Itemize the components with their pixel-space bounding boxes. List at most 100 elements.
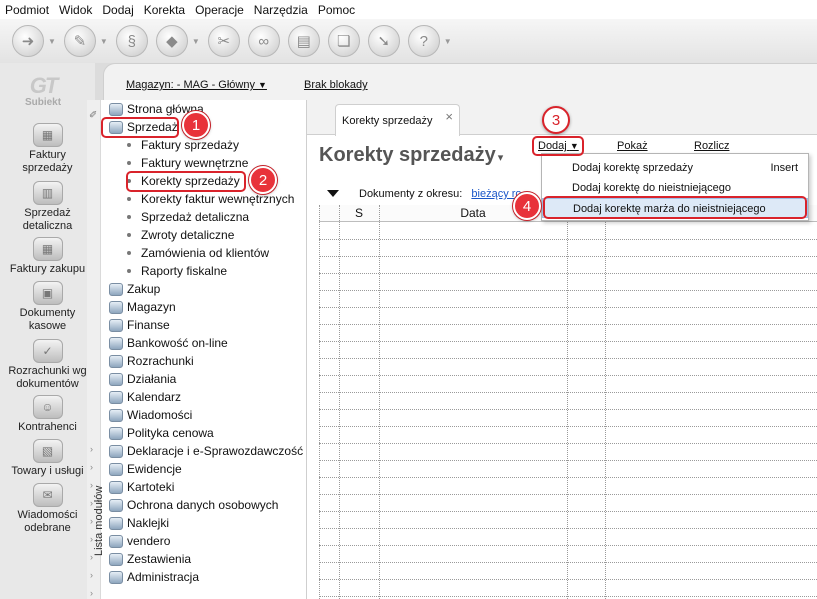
tree-faktury-wewnetrzne[interactable]: Faktury wewnętrzne xyxy=(127,154,248,172)
launcher-kontrahenci[interactable]: ☺ Kontrahenci xyxy=(0,395,95,434)
annotation-box-dodaj xyxy=(532,136,584,156)
tree-label: Bankowość on-line xyxy=(127,336,228,350)
rozlicz-button[interactable]: Rozlicz xyxy=(694,140,729,152)
grid-line xyxy=(605,205,606,599)
launcher-sprzedaz-detaliczna[interactable]: ▥ Sprzedaż detaliczna xyxy=(0,181,95,233)
tree-label: Działania xyxy=(127,372,177,386)
invoices-icon: ▦ xyxy=(32,123,63,147)
toolbar-new-button[interactable]: ➜ ▼ xyxy=(12,25,56,57)
menu-widok[interactable]: Widok xyxy=(59,3,92,17)
tag-icon: ◆ xyxy=(155,25,188,57)
tree-kartoteki[interactable]: Kartoteki xyxy=(109,478,174,496)
grid-line xyxy=(319,205,320,599)
launcher-label: Towary i usługi xyxy=(11,465,84,477)
tree-ewidencje[interactable]: Ewidencje xyxy=(109,460,182,478)
declarations-icon xyxy=(109,444,123,458)
menu-item-shortcut: Insert xyxy=(770,162,798,174)
annotation-box-sprzedaz xyxy=(101,117,179,138)
menu-item-label: Dodaj korektę sprzedaży xyxy=(572,162,694,174)
table-row xyxy=(319,579,817,580)
tree-raporty-fiskalne[interactable]: Raporty fiskalne xyxy=(127,262,227,280)
pin-icon[interactable]: ✐ xyxy=(89,110,97,121)
tree-deklaracje[interactable]: Deklaracje i e-Sprawozdawczość xyxy=(109,442,303,460)
tree-polityka-cenowa[interactable]: Polityka cenowa xyxy=(109,424,214,442)
chevron-down-icon[interactable]: ▼ xyxy=(100,37,108,46)
tree-label: Polityka cenowa xyxy=(127,426,214,440)
tree-label: Finanse xyxy=(127,318,170,332)
launcher-towary[interactable]: ▧ Towary i usługi xyxy=(0,439,95,478)
labels-icon xyxy=(109,516,123,530)
tree-ochrona-danych[interactable]: Ochrona danych osobowych xyxy=(109,496,278,514)
tree-administracja[interactable]: Administracja xyxy=(109,568,199,586)
tree-zwroty-detaliczne[interactable]: Zwroty detaliczne xyxy=(127,226,234,244)
table-row xyxy=(319,562,817,563)
chevron-down-icon[interactable]: ▼ xyxy=(48,37,56,46)
blokada-link[interactable]: Brak blokady xyxy=(304,79,368,91)
tree-kalendarz[interactable]: Kalendarz xyxy=(109,388,181,406)
toolbar-attach-button[interactable]: ✂ xyxy=(207,25,240,57)
launcher-dokumenty-kasowe[interactable]: ▣ Dokumenty kasowe xyxy=(0,281,95,333)
toolbar-print-button[interactable]: ▤ xyxy=(287,25,320,57)
menu-dodaj[interactable]: Dodaj xyxy=(102,3,133,17)
page-title[interactable]: Korekty sprzedaży ▾ xyxy=(319,144,503,167)
tree-magazyn[interactable]: Magazyn xyxy=(109,298,176,316)
annotation-box-korekty xyxy=(126,171,246,192)
launcher-faktury-zakupu[interactable]: ▦ Faktury zakupu xyxy=(0,237,95,276)
tree-zamowienia-od-klientow[interactable]: Zamówienia od klientów xyxy=(127,244,269,262)
tree-vendero[interactable]: vendero xyxy=(109,532,170,550)
magazyn-selector[interactable]: Magazyn: - MAG - Główny ▼ xyxy=(126,79,267,91)
table-row xyxy=(319,477,817,478)
toolbar-tag-button[interactable]: ◆ ▼ xyxy=(155,25,200,57)
tree-naklejki[interactable]: Naklejki xyxy=(109,514,169,532)
table-row xyxy=(319,324,817,325)
module-list-strip[interactable]: ✐ › › › › › › › › › Lista modułów xyxy=(87,100,105,599)
tree-wiadomosci[interactable]: Wiadomości xyxy=(109,406,192,424)
menu-narzedzia[interactable]: Narzędzia xyxy=(254,3,308,17)
column-header-s[interactable]: S xyxy=(339,205,379,222)
chevron-down-icon[interactable]: ▼ xyxy=(192,37,200,46)
toolbar-edit-button[interactable]: ✎ ▼ xyxy=(63,25,108,57)
menu-item-dodaj-korekte-do-nieistniejacego[interactable]: Dodaj korektę do nieistniejącego xyxy=(542,178,808,198)
tree-faktury-sprzedazy[interactable]: Faktury sprzedaży xyxy=(127,136,239,154)
tree-label: Zamówienia od klientów xyxy=(141,246,270,260)
tree-rozrachunki[interactable]: Rozrachunki xyxy=(109,352,194,370)
bullet-icon xyxy=(127,233,131,237)
tree-dzialania[interactable]: Działania xyxy=(109,370,176,388)
toolbar-help-button[interactable]: ? ▼ xyxy=(407,25,452,57)
documents-grid[interactable]: S Data xyxy=(319,205,817,599)
toolbar-documents-button[interactable]: § xyxy=(115,25,148,57)
menu-operacje[interactable]: Operacje xyxy=(195,3,244,17)
tree-sprzedaz-detaliczna[interactable]: Sprzedaż detaliczna xyxy=(127,208,249,226)
warehouse-icon xyxy=(109,300,123,314)
calendar-icon xyxy=(109,390,123,404)
bullet-icon xyxy=(127,143,131,147)
tree-zestawienia[interactable]: Zestawienia xyxy=(109,550,191,568)
tree-label: vendero xyxy=(127,534,171,548)
tree-bankowosc[interactable]: Bankowość on-line xyxy=(109,334,228,352)
tree-finanse[interactable]: Finanse xyxy=(109,316,170,334)
sort-arrow-icon[interactable] xyxy=(327,190,339,197)
bullet-icon xyxy=(127,269,131,273)
purchase-icon xyxy=(109,282,123,296)
toolbar-copy-button[interactable]: ❏ xyxy=(327,25,360,57)
pokaz-button[interactable]: Pokaż xyxy=(617,140,648,152)
tree-zakup[interactable]: Zakup xyxy=(109,280,160,298)
tree-label: Zestawienia xyxy=(127,552,192,566)
subiekt-logo: GT Subiekt xyxy=(20,73,66,113)
tree-korekty-faktur-wewnetrznych[interactable]: Korekty faktur wewnętrznych xyxy=(127,190,294,208)
launcher-wiadomosci[interactable]: ✉ Wiadomości odebrane xyxy=(0,483,95,535)
chevron-down-icon[interactable]: ▼ xyxy=(444,37,452,46)
menu-korekta[interactable]: Korekta xyxy=(144,3,185,17)
tab-korekty-sprzedazy[interactable]: Korekty sprzedaży × xyxy=(335,104,460,136)
launcher-label: Faktury zakupu xyxy=(9,263,86,275)
close-icon[interactable]: × xyxy=(445,109,453,124)
bank-icon xyxy=(109,336,123,350)
menu-podmiot[interactable]: Podmiot xyxy=(5,3,49,17)
documents-icon: § xyxy=(115,25,148,57)
launcher-faktury-sprzedazy[interactable]: ▦ Faktury sprzedaży xyxy=(0,123,95,175)
launcher-rozrachunki[interactable]: ✓ Rozrachunki wg dokumentów xyxy=(0,339,95,391)
toolbar-export-button[interactable]: ➘ xyxy=(367,25,400,57)
menu-item-dodaj-korekte-sprzedazy[interactable]: Dodaj korektę sprzedaży Insert xyxy=(542,158,808,178)
toolbar-link-button[interactable]: ∞ xyxy=(247,25,280,57)
menu-pomoc[interactable]: Pomoc xyxy=(318,3,355,17)
